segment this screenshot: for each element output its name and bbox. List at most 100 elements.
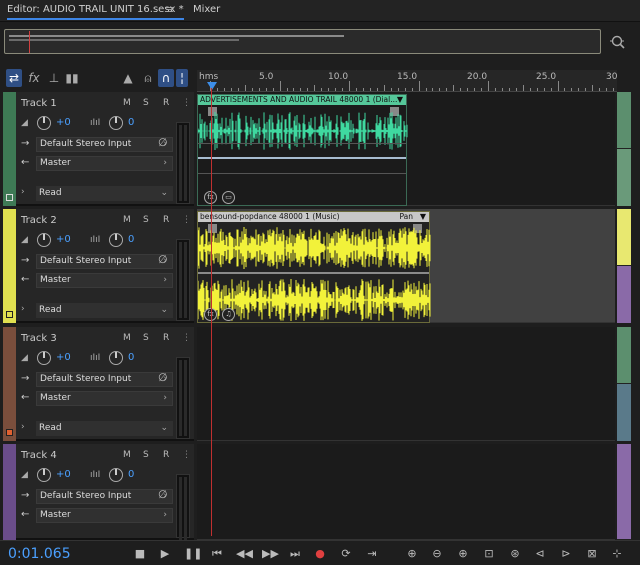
record-icon[interactable]: ●	[313, 547, 327, 561]
solo-button[interactable]: S	[143, 450, 149, 460]
track-lane[interactable]	[197, 327, 615, 441]
volume-value[interactable]: +0	[56, 469, 71, 480]
playhead-handle[interactable]	[207, 82, 217, 90]
time-ruler[interactable]: hms 5.0 10.0 15.0 20.0 25.0 30	[197, 70, 617, 92]
track-menu-icon[interactable]: ⋮	[182, 98, 191, 108]
track-menu-icon[interactable]: ⋮	[182, 450, 191, 460]
phase-invert-icon[interactable]: ∅	[158, 371, 168, 384]
automation-mode-select[interactable]: Read ⌄	[36, 186, 173, 201]
record-arm-button[interactable]: R	[163, 98, 169, 108]
zoom-selection-icon[interactable]: ⊛	[508, 547, 522, 561]
zoom-fit-icon[interactable]: ⊹	[610, 547, 624, 561]
pan-knob[interactable]	[109, 351, 123, 365]
pan-value[interactable]: 0	[128, 352, 134, 363]
input-select[interactable]: Default Stereo Input ›	[36, 372, 173, 387]
track-menu-icon[interactable]: ⋮	[182, 333, 191, 343]
pause-icon[interactable]: ❚❚	[184, 547, 202, 561]
volume-value[interactable]: +0	[56, 234, 71, 245]
record-arm-button[interactable]: R	[163, 215, 169, 225]
phase-invert-icon[interactable]: ∅	[158, 253, 168, 266]
solo-button[interactable]: S	[143, 333, 149, 343]
fast-forward-icon[interactable]: ▶▶	[262, 547, 279, 561]
input-select[interactable]: Default Stereo Input ›	[36, 489, 173, 504]
pan-knob[interactable]	[109, 233, 123, 247]
goto-start-icon[interactable]: ⏮	[210, 547, 224, 561]
zoom-in-time-icon[interactable]: ⊕	[456, 547, 470, 561]
volume-knob[interactable]	[37, 468, 51, 482]
play-icon[interactable]: ▶	[158, 547, 172, 561]
phase-invert-icon[interactable]: ∅	[158, 136, 168, 149]
pan-value[interactable]: 0	[128, 469, 134, 480]
send-icon[interactable]: ⊥	[46, 69, 62, 87]
automation-mode-select[interactable]: Read ⌄	[36, 303, 173, 318]
pan-value[interactable]: 0	[128, 117, 134, 128]
expand-icon[interactable]: ›	[21, 422, 25, 432]
pan-knob[interactable]	[109, 468, 123, 482]
track-name[interactable]: Track 4	[21, 450, 57, 461]
record-arm-button[interactable]: R	[163, 450, 169, 460]
pan-knob[interactable]	[109, 116, 123, 130]
loop-icon[interactable]: ⟳	[339, 547, 353, 561]
zoom-to-selected-icon[interactable]: ⊠	[585, 547, 599, 561]
zoom-out-full-icon[interactable]: ⊡	[482, 547, 496, 561]
audio-clip[interactable]: bensound-popdance 48000 1 (Music) Pan ▼ …	[197, 211, 431, 323]
playhead-line[interactable]	[211, 88, 212, 536]
output-select[interactable]: Master ›	[36, 391, 173, 406]
zoom-out-amplitude-icon[interactable]: ⊖	[430, 547, 444, 561]
session-overview[interactable]	[4, 29, 601, 54]
solo-button[interactable]: S	[143, 98, 149, 108]
zoom-in-right-icon[interactable]: ⊳	[559, 547, 573, 561]
clip-music-icon[interactable]: ♫	[222, 308, 235, 321]
volume-knob[interactable]	[37, 233, 51, 247]
mute-button[interactable]: M	[123, 333, 131, 343]
marker-icon[interactable]: ¦	[176, 69, 188, 87]
volume-knob[interactable]	[37, 116, 51, 130]
skip-icon[interactable]: ⇥	[365, 547, 379, 561]
track-lane[interactable]	[197, 444, 615, 540]
solo-button[interactable]: S	[143, 215, 149, 225]
zoom-in-amplitude-icon[interactable]: ⊕	[405, 547, 419, 561]
output-select[interactable]: Master ›	[36, 156, 173, 171]
mute-button[interactable]: M	[123, 215, 131, 225]
clip-pan-label[interactable]: Pan	[399, 212, 413, 221]
input-select[interactable]: Default Stereo Input ›	[36, 137, 173, 152]
headphones-icon[interactable]: ∩	[158, 69, 174, 87]
clip-menu-icon[interactable]: ▼	[397, 95, 403, 104]
clip-menu-icon[interactable]: ▼	[420, 212, 426, 221]
track-lane[interactable]: ADVERTISEMENTS AND AUDIO TRAIL 48000 1 (…	[197, 92, 615, 206]
input-select[interactable]: Default Stereo Input ›	[36, 254, 173, 269]
timecode-display[interactable]: 0:01.065	[8, 546, 71, 562]
zoom-in-left-icon[interactable]: ⊲	[533, 547, 547, 561]
eq-icon[interactable]: ▮▮	[64, 69, 80, 87]
switch-icon[interactable]: ⇄	[6, 69, 22, 87]
track-name[interactable]: Track 3	[21, 333, 57, 344]
track-menu-icon[interactable]: ⋮	[182, 215, 191, 225]
pan-value[interactable]: 0	[128, 234, 134, 245]
audio-clip[interactable]: ADVERTISEMENTS AND AUDIO TRAIL 48000 1 (…	[197, 94, 408, 206]
track-lane[interactable]: bensound-popdance 48000 1 (Music) Pan ▼ …	[197, 209, 615, 323]
mute-button[interactable]: M	[123, 450, 131, 460]
track-name[interactable]: Track 1	[21, 98, 57, 109]
output-select[interactable]: Master ›	[36, 508, 173, 523]
volume-knob[interactable]	[37, 351, 51, 365]
output-select[interactable]: Master ›	[36, 273, 173, 288]
mute-button[interactable]: M	[123, 98, 131, 108]
goto-end-icon[interactable]: ⏭	[288, 547, 302, 561]
tab-editor[interactable]: Editor: AUDIO TRAIL UNIT 16.sesx *	[7, 4, 184, 20]
record-arm-button[interactable]: R	[163, 333, 169, 343]
metronome-icon[interactable]: ▲	[120, 69, 136, 87]
tab-menu-icon[interactable]: ≡	[165, 3, 174, 16]
expand-icon[interactable]: ›	[21, 304, 25, 314]
tab-mixer[interactable]: Mixer	[193, 4, 220, 15]
volume-value[interactable]: +0	[56, 352, 71, 363]
automation-mode-select[interactable]: Read ⌄	[36, 421, 173, 436]
clip-title[interactable]: bensound-popdance 48000 1 (Music)	[198, 212, 429, 222]
zoom-fit-icon[interactable]	[610, 34, 626, 50]
input-monitor-icon[interactable]: ⍝	[140, 69, 156, 87]
phase-invert-icon[interactable]: ∅	[158, 488, 168, 501]
rewind-icon[interactable]: ◀◀	[236, 547, 253, 561]
expand-icon[interactable]: ›	[21, 187, 25, 197]
volume-value[interactable]: +0	[56, 117, 71, 128]
fx-icon[interactable]: fx	[26, 69, 42, 87]
track-name[interactable]: Track 2	[21, 215, 57, 226]
